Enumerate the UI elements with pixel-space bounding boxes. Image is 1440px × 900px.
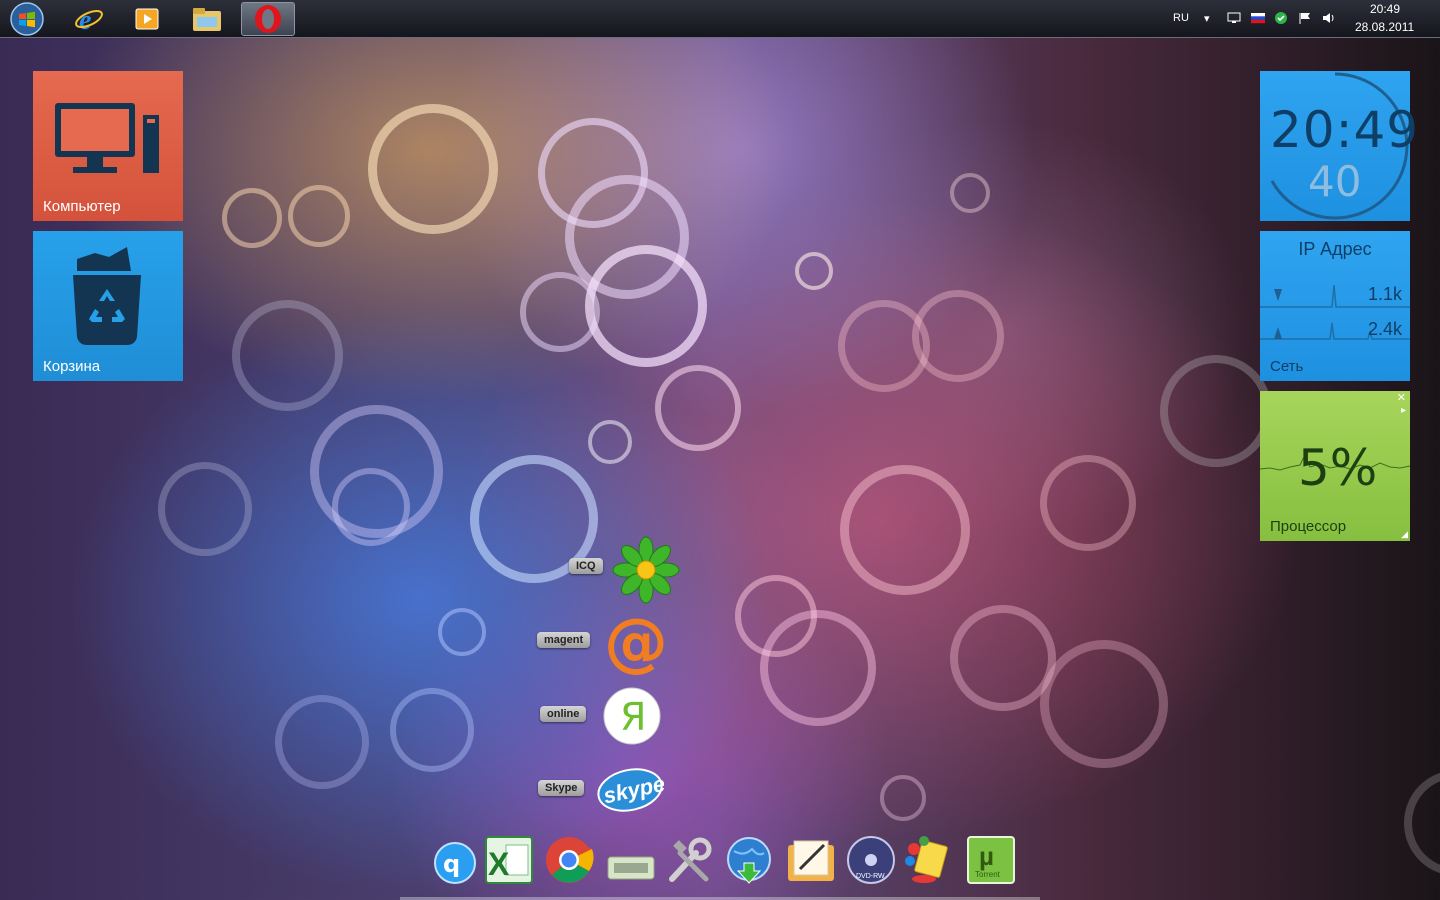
recycle-bin-tile[interactable]: Корзина: [33, 231, 183, 381]
language-indicator[interactable]: RU: [1173, 12, 1189, 24]
yandex-online-icon[interactable]: Я: [598, 682, 666, 750]
clock-gadget-seconds: 40: [1308, 157, 1362, 206]
recycle-bin-icon: [73, 247, 141, 345]
start-orb-icon: [10, 2, 44, 36]
dvd-rw-icon[interactable]: DVD-RW: [844, 833, 898, 887]
drive-icon[interactable]: [604, 833, 658, 887]
internet-explorer-icon: e: [75, 5, 103, 34]
file-explorer-icon: [193, 8, 221, 31]
download-arrow-icon: [1274, 289, 1282, 301]
upload-arrow-icon: [1274, 327, 1282, 339]
svg-text:X: X: [488, 846, 510, 882]
clock-gadget-tile[interactable]: 20:49 40: [1260, 71, 1418, 221]
close-icon[interactable]: ✕: [1397, 391, 1406, 404]
network-download-rate: 1.1k: [1367, 284, 1402, 304]
svg-text:@: @: [604, 608, 668, 676]
yandex-online-label[interactable]: online: [540, 706, 587, 722]
network-gadget-title: IP Адрес: [1298, 239, 1372, 259]
computer-icon: [55, 103, 159, 173]
resize-grip-icon[interactable]: ◢: [1401, 530, 1408, 540]
paint-icon[interactable]: [902, 833, 956, 887]
network-gadget-tile[interactable]: IP Адрес 1.1k 2.4k Сеть: [1260, 231, 1410, 381]
cpu-gadget-label: Процессор: [1270, 518, 1347, 535]
skype-label[interactable]: Skype: [538, 780, 585, 796]
svg-text:Torrent: Torrent: [975, 870, 1001, 879]
tray-expand-icon[interactable]: ▾: [1204, 12, 1210, 25]
opera-icon: [255, 5, 281, 33]
chrome-icon[interactable]: [542, 833, 596, 887]
network-upload-rate: 2.4k: [1367, 319, 1402, 339]
network-gadget-label: Сеть: [1270, 358, 1304, 375]
svg-text:Я: Я: [620, 695, 646, 739]
computer-tile-label: Компьютер: [43, 198, 121, 215]
volume-icon[interactable]: [1322, 12, 1336, 24]
gadget-options-icon[interactable]: ▸: [1401, 405, 1406, 416]
globe-download-icon[interactable]: [722, 833, 776, 887]
dock: q X DVD-RW µ Torrent: [400, 825, 1040, 900]
tray-check-icon[interactable]: [1274, 12, 1288, 24]
excel-icon[interactable]: X: [482, 833, 536, 887]
cpu-usage-percent: 5%: [1298, 439, 1378, 497]
tray-clock-time[interactable]: 20:49: [1370, 2, 1400, 16]
tray-monitor-icon[interactable]: [1227, 12, 1241, 24]
qip-icon[interactable]: q: [428, 833, 482, 887]
clock-gadget-time: 20:49: [1270, 101, 1420, 159]
cpu-gadget-tile[interactable]: ✕ ▸ 5% Процессор ◢: [1260, 391, 1410, 541]
taskbar-file-explorer[interactable]: [180, 2, 234, 36]
start-button[interactable]: [0, 2, 54, 36]
icq-label[interactable]: ICQ: [569, 558, 603, 574]
icq-flower-icon[interactable]: [612, 536, 680, 604]
taskbar-opera[interactable]: [241, 2, 295, 36]
svg-text:e: e: [79, 5, 91, 34]
utorrent-icon[interactable]: µ Torrent: [964, 833, 1018, 887]
media-player-icon: [135, 8, 159, 30]
tray-clock-date[interactable]: 28.08.2011: [1355, 20, 1414, 34]
russian-flag-icon[interactable]: [1251, 12, 1265, 24]
computer-tile[interactable]: Компьютер: [33, 71, 183, 221]
mail-agent-label[interactable]: magent: [537, 632, 591, 648]
svg-text:q: q: [443, 850, 460, 878]
svg-text:DVD-RW: DVD-RW: [856, 873, 885, 880]
recycle-bin-tile-label: Корзина: [43, 358, 101, 375]
tools-icon[interactable]: [662, 833, 716, 887]
taskbar-internet-explorer[interactable]: e: [62, 2, 116, 36]
taskbar-media-player[interactable]: [120, 2, 174, 36]
taskbar: e RU ▾ 20:49 28.08.2011: [0, 0, 1440, 38]
mail-agent-icon[interactable]: @: [602, 608, 670, 676]
action-center-flag-icon[interactable]: [1298, 12, 1312, 24]
svg-text:µ: µ: [979, 841, 994, 871]
skype-icon[interactable]: skype: [596, 756, 664, 824]
notes-folder-icon[interactable]: [784, 833, 838, 887]
